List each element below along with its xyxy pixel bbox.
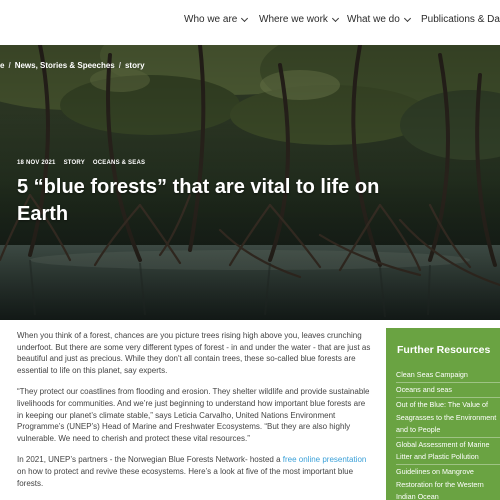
top-navigation: Who we are Where we work What we do Publ…	[0, 0, 500, 45]
breadcrumb-separator: /	[8, 61, 11, 70]
nav-item-what-we-do[interactable]: What we do	[347, 14, 411, 25]
nav-item-where-we-work[interactable]: Where we work	[259, 14, 339, 25]
chevron-down-icon	[241, 14, 249, 22]
resource-link[interactable]: Clean Seas Campaign	[396, 368, 500, 384]
nav-label: What we do	[347, 14, 400, 25]
story-topic[interactable]: OCEANS & SEAS	[93, 160, 145, 166]
breadcrumb-item-story[interactable]: story	[125, 61, 145, 70]
article-paragraph: “They protect our coastlines from floodi…	[17, 387, 370, 443]
resource-link[interactable]: Global Assessment of Marine Litter and P…	[396, 438, 500, 466]
breadcrumb-separator: /	[118, 61, 121, 70]
resource-link[interactable]: Guidelines on Mangrove Restoration for t…	[396, 465, 500, 500]
nav-item-publications-data[interactable]: Publications & Data	[421, 14, 500, 25]
article-paragraph: In 2021, UNEP’s partners - the Norwegian…	[17, 454, 372, 489]
nav-item-who-we-are[interactable]: Who we are	[184, 14, 249, 25]
breadcrumb-item-news[interactable]: News, Stories & Speeches	[15, 61, 115, 70]
article-body: When you think of a forest, chances are …	[17, 330, 372, 499]
nav-label: Where we work	[259, 14, 328, 25]
resource-link[interactable]: Out of the Blue: The Value of Seagrasses…	[396, 398, 500, 439]
breadcrumb: e / News, Stories & Speeches / story	[0, 61, 145, 70]
story-date: 18 NOV 2021	[17, 160, 56, 166]
nav-label: Publications & Data	[421, 14, 500, 25]
nav-label: Who we are	[184, 14, 238, 25]
chevron-down-icon	[403, 14, 411, 22]
chevron-down-icon	[331, 14, 339, 22]
presentation-link[interactable]: free online presentation	[283, 455, 367, 464]
paragraph-text: on how to protect and revive these ecosy…	[17, 466, 354, 488]
story-meta: 18 NOV 2021 STORY OCEANS & SEAS	[17, 160, 145, 166]
resource-link[interactable]: Oceans and seas	[396, 383, 500, 399]
further-resources-panel: Further Resources Clean Seas Campaign Oc…	[386, 328, 500, 500]
paragraph-text: In 2021, UNEP’s partners - the Norwegian…	[17, 455, 283, 465]
article-paragraph: When you think of a forest, chances are …	[17, 331, 371, 375]
page-title: 5 “blue forests” that are vital to life …	[17, 176, 380, 225]
breadcrumb-item-home[interactable]: e	[0, 61, 4, 70]
hero-banner: e / News, Stories & Speeches / story 18 …	[0, 45, 500, 320]
story-type[interactable]: STORY	[64, 160, 85, 166]
sidebar-title: Further Resources	[397, 344, 491, 356]
resource-list: Clean Seas Campaign Oceans and seas Out …	[396, 368, 500, 500]
